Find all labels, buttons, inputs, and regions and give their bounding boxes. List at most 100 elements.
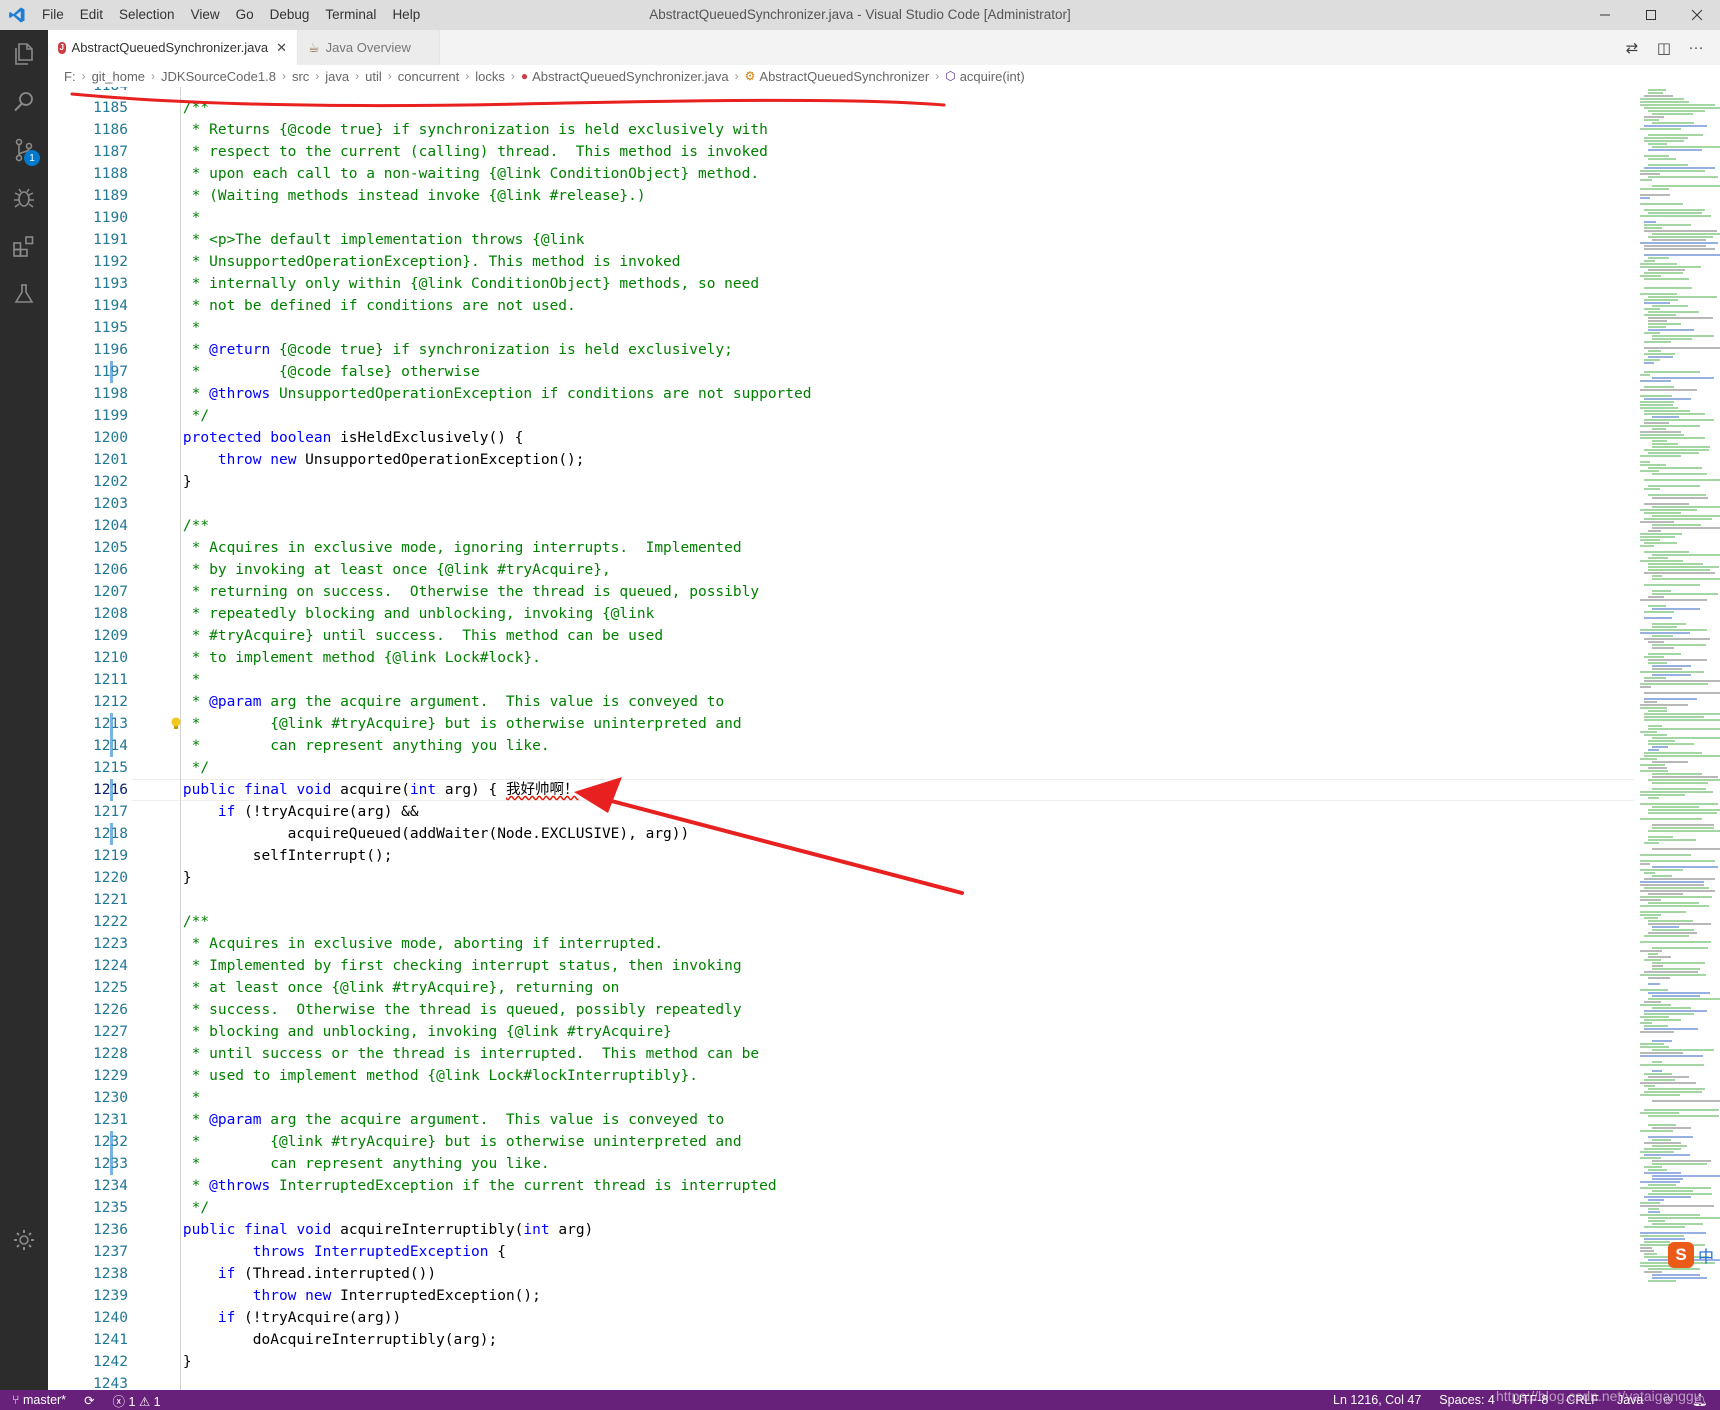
code-token: InterruptedException(); <box>331 1288 541 1304</box>
minimap-line <box>1648 1217 1720 1219</box>
minimap[interactable] <box>1636 87 1720 1390</box>
code-line: */ <box>148 1197 209 1219</box>
minimap-line <box>1648 326 1666 328</box>
minimap-line <box>1644 227 1662 229</box>
breadcrumb-item[interactable]: java <box>325 69 349 84</box>
problems-indicator[interactable]: ⓧ 1 ⚠ 1 <box>113 1391 161 1410</box>
search-icon[interactable] <box>0 78 48 126</box>
extensions-icon[interactable] <box>0 222 48 270</box>
minimap-line <box>1640 854 1691 856</box>
code-token: public <box>148 1222 236 1238</box>
minimap-line <box>1648 653 1681 655</box>
minimap-line <box>1648 329 1694 331</box>
minimap-line <box>1648 89 1666 91</box>
chevron-right-icon: › <box>315 69 320 83</box>
minimap-line <box>1640 407 1678 409</box>
explorer-icon[interactable] <box>0 30 48 78</box>
code-content[interactable]: /** * Returns {@code true} if synchroniz… <box>148 87 1628 1390</box>
git-branch[interactable]: ⑂ master* <box>12 1393 66 1407</box>
minimap-line <box>1640 941 1711 943</box>
menu-view[interactable]: View <box>183 0 228 30</box>
minimap-line <box>1652 668 1682 670</box>
code-line: * @throws InterruptedException if the cu… <box>148 1175 777 1197</box>
sync-icon[interactable]: ⟳ <box>84 1393 94 1408</box>
code-editor[interactable]: 1184 1185 1186 1187 1188 1189 1190 1191 1192 119… <box>48 87 1720 1390</box>
minimap-line <box>1640 266 1701 268</box>
minimap-line <box>1652 746 1668 748</box>
breadcrumb-item[interactable]: locks <box>475 69 505 84</box>
code-token: boolean <box>270 430 332 446</box>
minimap-line <box>1648 1199 1664 1201</box>
code-line: acquireQueued(addWaiter(Node.EXCLUSIVE),… <box>148 823 690 845</box>
ime-indicator[interactable]: S 中 <box>1668 1242 1720 1268</box>
breadcrumb-item[interactable]: concurrent <box>398 69 459 84</box>
menu-edit[interactable]: Edit <box>72 0 111 30</box>
indentation[interactable]: Spaces: 4 <box>1439 1393 1495 1407</box>
gear-icon[interactable] <box>0 1216 48 1264</box>
minimap-line <box>1648 839 1696 841</box>
menu-debug[interactable]: Debug <box>262 0 318 30</box>
code-token: * until success or the thread is interru… <box>148 1046 760 1062</box>
menu-go[interactable]: Go <box>228 0 262 30</box>
menu-terminal[interactable]: Terminal <box>317 0 384 30</box>
code-token: @throws <box>209 1178 271 1194</box>
code-token: * {@link #tryAcquire} but is otherwise u… <box>148 1134 742 1150</box>
split-editor-icon[interactable]: ◫ <box>1648 39 1680 57</box>
code-token: * <box>148 1090 201 1106</box>
lightbulb-icon[interactable] <box>170 717 182 731</box>
menu-help[interactable]: Help <box>384 0 428 30</box>
minimap-line <box>1644 752 1702 754</box>
minimap-line <box>1648 356 1673 358</box>
breadcrumb-item[interactable]: F: <box>64 69 76 84</box>
code-token: * repeatedly blocking and unblocking, in… <box>148 606 655 622</box>
breadcrumb-item[interactable]: util <box>365 69 382 84</box>
breadcrumb-item[interactable]: git_home <box>92 69 145 84</box>
maximize-button[interactable] <box>1628 0 1674 30</box>
cursor-position[interactable]: Ln 1216, Col 47 <box>1333 1393 1421 1407</box>
minimap-line <box>1652 473 1707 475</box>
breadcrumb-item[interactable]: src <box>292 69 309 84</box>
menu-file[interactable]: File <box>34 0 72 30</box>
minimap-line <box>1648 566 1719 568</box>
source-control-icon[interactable]: 1 <box>0 126 48 174</box>
more-actions-icon[interactable]: ··· <box>1680 39 1712 56</box>
code-line: * at least once {@link #tryAcquire}, ret… <box>148 977 620 999</box>
minimap-line <box>1644 617 1672 619</box>
code-line: * can represent anything you like. <box>148 735 550 757</box>
code-token: @param <box>209 694 262 710</box>
breadcrumb-item[interactable]: AbstractQueuedSynchronizer <box>759 69 929 84</box>
minimap-line <box>1648 158 1676 160</box>
breadcrumb-item[interactable]: JDKSourceCode1.8 <box>161 69 276 84</box>
line-number: 1214 <box>48 735 128 757</box>
minimap-line <box>1648 1268 1700 1270</box>
minimap-line <box>1648 740 1675 742</box>
breadcrumb-item[interactable]: AbstractQueuedSynchronizer.java <box>532 69 729 84</box>
code-token: if <box>148 1310 236 1326</box>
minimap-line <box>1640 764 1665 766</box>
tab-java-overview[interactable]: ☕ Java Overview <box>298 30 440 65</box>
minimap-line <box>1640 896 1712 898</box>
minimap-line <box>1644 1085 1655 1087</box>
line-number: 1228 <box>93 1046 128 1062</box>
breadcrumb-item[interactable]: acquire(int) <box>960 69 1025 84</box>
minimize-button[interactable] <box>1582 0 1628 30</box>
minimap-line <box>1640 683 1708 685</box>
minimap-line <box>1652 443 1678 445</box>
code-token: final <box>244 782 288 798</box>
line-number: 1205 <box>93 540 128 556</box>
code-token: * Implemented by first checking interrup… <box>148 958 742 974</box>
test-flask-icon[interactable] <box>0 270 48 318</box>
tab-label: AbstractQueuedSynchronizer.java <box>71 40 269 55</box>
code-token: @return <box>209 342 271 358</box>
minimap-line <box>1640 707 1667 709</box>
tab-abstractqueuedsynchronizer[interactable]: J AbstractQueuedSynchronizer.java ✕ <box>48 30 298 65</box>
close-tab-icon[interactable]: ✕ <box>276 40 287 56</box>
line-number: 1232 <box>48 1131 128 1153</box>
open-changes-icon[interactable]: ⇄ <box>1616 39 1648 57</box>
debug-icon[interactable] <box>0 174 48 222</box>
minimap-line <box>1652 1175 1720 1177</box>
menu-selection[interactable]: Selection <box>111 0 183 30</box>
sogou-ime-icon: S <box>1668 1242 1694 1268</box>
close-window-button[interactable] <box>1674 0 1720 30</box>
code-token: acquireQueued(addWaiter(Node.EXCLUSIVE),… <box>148 826 690 842</box>
